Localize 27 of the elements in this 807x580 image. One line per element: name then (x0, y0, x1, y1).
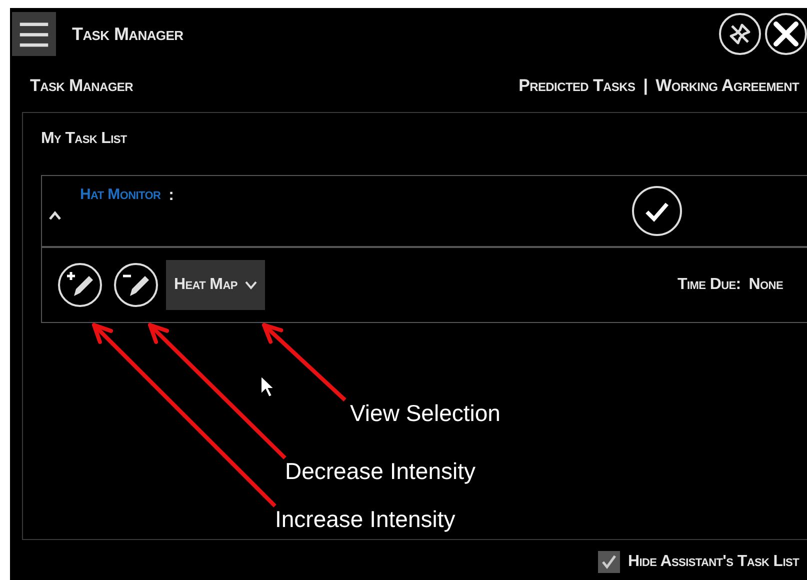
pin-button[interactable] (719, 13, 761, 55)
increase-button[interactable] (58, 263, 102, 307)
checkmark-icon (601, 554, 617, 570)
annotation-label: View Selection (350, 399, 500, 428)
caret-icon (48, 210, 62, 222)
time-due-label: Time Due: (678, 275, 741, 295)
checkbox[interactable] (598, 551, 620, 573)
nav-link[interactable]: Working Agreement (656, 73, 799, 99)
nav-link[interactable]: Predicted Tasks (518, 73, 636, 99)
mouse-cursor-icon (260, 375, 275, 398)
list-title: My Task List (40, 129, 128, 149)
annotation-label: Decrease Intensity (285, 457, 476, 486)
decrease-button[interactable] (114, 263, 158, 307)
close-button[interactable] (765, 13, 807, 55)
task-name: Hat Monitor (80, 185, 161, 205)
time-due-value: None (748, 275, 783, 295)
view-dropdown[interactable]: Heat Map (166, 260, 266, 310)
checkbox-label: Hide Assistant's Task List (628, 552, 799, 572)
separator: | (643, 75, 648, 98)
window-title: Task Manager (72, 22, 184, 46)
complete-button[interactable] (632, 186, 682, 236)
chevron-down-icon (245, 280, 258, 290)
separator: : (168, 186, 174, 206)
menu-button[interactable] (12, 12, 56, 56)
close-icon (771, 19, 801, 49)
section-title: Task Manager (30, 75, 134, 98)
annotation-label: Increase Intensity (275, 505, 456, 534)
